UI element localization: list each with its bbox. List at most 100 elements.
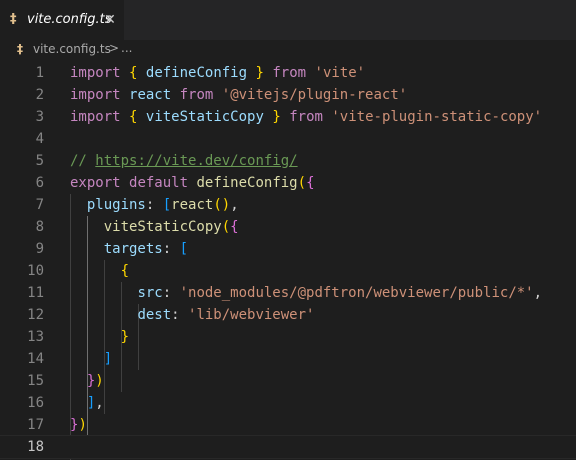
code-line[interactable]: 4 <box>0 128 576 150</box>
code-token: 'node_modules/@pdftron/webviewer/public/… <box>179 285 534 301</box>
code-line[interactable]: 1 import { defineConfig } from 'vite' <box>0 62 576 84</box>
code-token: ( <box>221 219 231 235</box>
close-icon[interactable]: ✕ <box>102 10 118 30</box>
code-token: import <box>70 87 121 103</box>
breadcrumb-file[interactable]: vite.config.ts <box>33 42 111 56</box>
code-token: { <box>306 175 315 191</box>
code-line[interactable]: 12 dest: 'lib/webviewer' <box>0 304 576 326</box>
code-token: targets <box>103 241 163 257</box>
line-number: 10 <box>27 263 44 279</box>
line-number: 9 <box>35 241 44 257</box>
code-token: from <box>289 109 323 125</box>
code-text: targets: [ <box>70 238 188 260</box>
editor-window: ‡ vite.config.ts ✕ ‡ vite.config.ts > ..… <box>0 0 576 460</box>
line-number: 17 <box>27 417 44 433</box>
line-number: 16 <box>27 395 44 411</box>
code-line[interactable]: 3 import { viteStaticCopy } from 'vite-pl… <box>0 106 576 128</box>
code-token: viteStaticCopy <box>103 219 222 235</box>
code-line[interactable]: 17}) <box>0 414 576 436</box>
code-line[interactable]: 5 // https://vite.dev/config/ <box>0 150 576 172</box>
code-text: import react from '@vitejs/plugin-react' <box>70 84 407 106</box>
line-number: 14 <box>27 351 44 367</box>
code-line[interactable]: 15 }) <box>0 370 576 392</box>
line-number: 13 <box>27 329 44 345</box>
line-number: 6 <box>35 175 44 191</box>
code-line[interactable]: 14 ] <box>0 348 576 370</box>
typescript-file-icon: ‡ <box>17 42 23 56</box>
code-text: import { viteStaticCopy } from 'vite-plu… <box>70 106 542 128</box>
code-token: react <box>171 197 214 213</box>
code-text: src: 'node_modules/@pdftron/webviewer/pu… <box>70 282 542 304</box>
code-token: 'vite-plugin-static-copy' <box>331 109 543 125</box>
code-line[interactable]: 10 { <box>0 260 576 282</box>
code-token: ) <box>78 417 87 433</box>
code-text: import { defineConfig } from 'vite' <box>70 62 365 84</box>
code-token: [ <box>179 241 189 257</box>
code-text: } <box>70 326 129 348</box>
typescript-file-icon: ‡ <box>10 12 17 27</box>
code-token: viteStaticCopy <box>145 109 264 125</box>
code-token: 'vite' <box>314 65 366 81</box>
line-number: 3 <box>35 109 44 125</box>
code-text: ] <box>70 348 112 370</box>
code-token: : <box>171 307 189 323</box>
code-token: : <box>162 285 180 301</box>
code-token: } <box>120 329 130 345</box>
code-editor[interactable]: 1 import { defineConfig } from 'vite' 2 imp… <box>0 62 576 460</box>
line-number: 4 <box>35 131 44 147</box>
code-token: default <box>129 175 189 191</box>
code-line[interactable]: 2 import react from '@vitejs/plugin-react… <box>0 84 576 106</box>
code-token: ( <box>297 175 307 191</box>
code-line[interactable]: 16 ], <box>0 392 576 414</box>
line-number: 1 <box>35 65 44 81</box>
code-text: ], <box>70 392 104 414</box>
code-token: react <box>129 87 172 103</box>
code-token: 'lib/webviewer' <box>188 307 315 323</box>
code-token: defineConfig <box>196 175 298 191</box>
code-line[interactable]: 13 } <box>0 326 576 348</box>
tab-label: vite.config.ts <box>27 12 112 27</box>
code-line[interactable]: 7 plugins: [react(), <box>0 194 576 216</box>
code-line[interactable]: 6 export default defineConfig({ <box>0 172 576 194</box>
code-token: '@vitejs/plugin-react' <box>221 87 408 103</box>
code-token: [ <box>162 197 172 213</box>
code-line[interactable]: 9 targets: [ <box>0 238 576 260</box>
code-text: { <box>70 260 129 282</box>
code-text: }) <box>70 370 104 392</box>
code-token: { <box>230 219 239 235</box>
line-number: 15 <box>27 373 44 389</box>
code-line[interactable]: 8 viteStaticCopy({ <box>0 216 576 238</box>
code-token: ) <box>95 373 104 389</box>
breadcrumb-separator: > <box>109 41 120 55</box>
code-line[interactable]: 18 <box>0 435 576 459</box>
code-text: // https://vite.dev/config/ <box>70 150 298 172</box>
tab-vite-config[interactable]: ‡ vite.config.ts ✕ <box>0 0 124 40</box>
code-token: import <box>70 109 121 125</box>
code-token: defineConfig <box>145 65 248 81</box>
code-text: export default defineConfig({ <box>70 172 315 194</box>
line-number: 11 <box>27 285 44 301</box>
code-line[interactable]: 11 src: 'node_modules/@pdftron/webviewer… <box>0 282 576 304</box>
code-token: , <box>230 197 239 213</box>
code-text: viteStaticCopy({ <box>70 216 239 238</box>
code-text: plugins: [react(), <box>70 194 239 216</box>
breadcrumb: ‡ vite.config.ts > ... <box>0 40 576 60</box>
code-text: }) <box>70 414 87 436</box>
code-text: dest: 'lib/webviewer' <box>70 304 314 326</box>
code-token: } <box>272 109 281 125</box>
breadcrumb-more[interactable]: ... <box>121 41 132 55</box>
